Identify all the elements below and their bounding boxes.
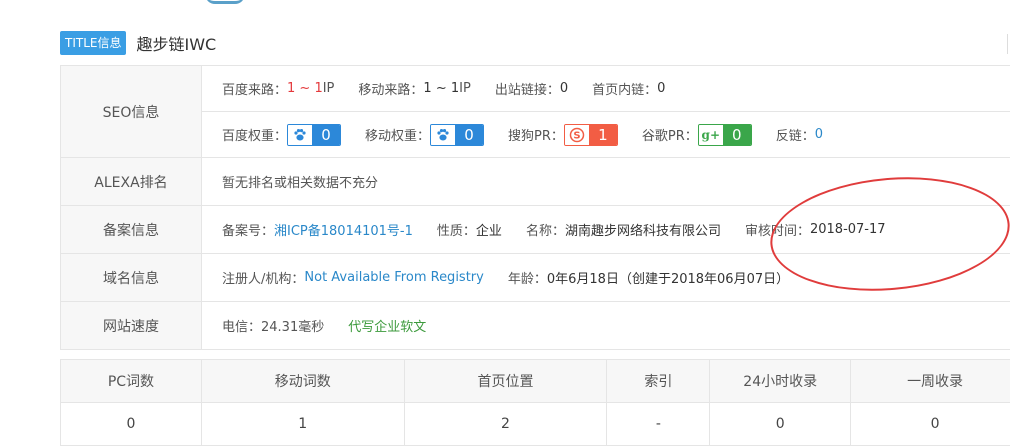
- baidu-weight-value: 0: [312, 124, 341, 145]
- alexa-value: 暂无排名或相关数据不充分: [222, 176, 379, 191]
- keyword-stats-table: PC词数 移动词数 首页位置 索引 24小时收录 一周收录 0 1 2 - 0 …: [60, 359, 1010, 446]
- mobile-weight-badge[interactable]: 0: [430, 123, 485, 146]
- alexa-label: ALEXA排名: [60, 157, 202, 206]
- registrant-link[interactable]: Not Available From Registry: [304, 270, 483, 285]
- page-title: 趣步链IWC: [136, 35, 217, 54]
- baidu-source-unit: IP: [322, 81, 335, 96]
- ad-link[interactable]: 代写企业软文: [348, 316, 426, 335]
- speed-value-cell: 电信：24.31毫秒 代写企业软文: [201, 301, 1010, 350]
- age-label: 年龄：: [507, 272, 547, 287]
- domain-label: 域名信息: [60, 253, 202, 302]
- mobile-weight-label: 移动权重：: [365, 129, 431, 144]
- mobile-weight-value: 0: [455, 124, 484, 145]
- icp-name-label: 名称：: [525, 224, 565, 239]
- seo-row-1: SEO信息 百度来路： 1 ~ 1 IP 移动来路： 1 ~ 1 IP 出站链接…: [60, 65, 1010, 158]
- seo-weights-cell: 百度权重： 0 移动权重： 0 搜狗PR： S 1 谷歌PR： g+ 0 反链：…: [201, 111, 1010, 158]
- mobile-source-label: 移动来路：: [358, 83, 424, 98]
- icp-number-label: 备案号：: [222, 224, 275, 239]
- icp-name-value: 湖南趣步网络科技有限公司: [564, 224, 721, 239]
- outlinks-value: 0: [559, 81, 569, 96]
- icp-review-label: 审核时间：: [744, 224, 810, 239]
- baidu-source-label: 百度来路：: [222, 83, 288, 98]
- google-pr-badge[interactable]: g+ 0: [697, 123, 752, 146]
- title-row: TITLE信息 趣步链IWC: [60, 31, 216, 55]
- baidu-weight-badge[interactable]: 0: [287, 123, 342, 146]
- icp-nature-label: 性质：: [436, 224, 476, 239]
- speed-label: 网站速度: [60, 301, 202, 350]
- paw-icon: [431, 124, 456, 145]
- icp-value-cell: 备案号： 湘ICP备18014101号-1 性质： 企业 名称： 湖南趣步网络科…: [201, 205, 1010, 254]
- cell-homepage-position: 2: [403, 402, 608, 446]
- speed-row: 网站速度 电信：24.31毫秒 代写企业软文: [60, 301, 1010, 350]
- header-mobile-words: 移动词数: [200, 359, 405, 403]
- icp-row: 备案信息 备案号： 湘ICP备18014101号-1 性质： 企业 名称： 湖南…: [60, 205, 1010, 254]
- svg-text:S: S: [573, 130, 580, 141]
- alexa-row: ALEXA排名 暂无排名或相关数据不充分: [60, 157, 1010, 206]
- header-week-indexed: 一周收录: [850, 359, 1010, 403]
- sogou-pr-badge[interactable]: S 1: [563, 123, 618, 146]
- domain-row: 域名信息 注册人/机构： Not Available From Registry…: [60, 253, 1010, 302]
- mobile-source-value: 1 ~ 1: [423, 81, 460, 96]
- homepage-links-value: 0: [657, 81, 666, 96]
- cell-week-indexed: 0: [850, 402, 1010, 446]
- sogou-s-icon: S: [564, 124, 589, 145]
- mobile-source-unit: IP: [459, 81, 471, 96]
- header-24h-indexed: 24小时收录: [709, 359, 852, 403]
- icp-review-value: 2018-07-17: [809, 222, 886, 237]
- table-row: 0 1 2 - 0 0: [60, 402, 1010, 446]
- site-info-table: SEO信息 百度来路： 1 ~ 1 IP 移动来路： 1 ~ 1 IP 出站链接…: [60, 65, 1010, 350]
- registrant-label: 注册人/机构：: [222, 272, 305, 287]
- cell-mobile-words: 1: [200, 402, 405, 446]
- sogou-pr-value: 1: [588, 124, 617, 145]
- backlinks-link[interactable]: 0: [815, 127, 823, 142]
- seo-traffic-cell: 百度来路： 1 ~ 1 IP 移动来路： 1 ~ 1 IP 出站链接： 0 首页…: [201, 65, 1010, 112]
- title-badge: TITLE信息: [60, 31, 127, 55]
- icp-nature-value: 企业: [475, 224, 502, 239]
- header-homepage-position: 首页位置: [403, 359, 608, 403]
- outlinks-label: 出站链接：: [494, 83, 560, 98]
- top-decoration-arc: [205, 0, 245, 4]
- sogou-pr-label: 搜狗PR：: [508, 129, 564, 144]
- paw-icon: [288, 124, 313, 145]
- cell-24h-indexed: 0: [709, 402, 852, 446]
- divider: [1007, 34, 1008, 54]
- header-index: 索引: [606, 359, 711, 403]
- google-pr-label: 谷歌PR：: [641, 129, 698, 144]
- speed-value: 电信：24.31毫秒: [222, 320, 325, 335]
- icp-label: 备案信息: [60, 205, 202, 254]
- google-plus-icon: g+: [698, 124, 723, 145]
- icp-number-link[interactable]: 湘ICP备18014101号-1: [274, 220, 413, 239]
- alexa-value-cell: 暂无排名或相关数据不充分: [201, 157, 1010, 206]
- baidu-weight-label: 百度权重：: [222, 129, 288, 144]
- age-value: 0年6月18日（创建于2018年06月07日）: [546, 272, 790, 287]
- header-pc-words: PC词数: [60, 359, 202, 403]
- table-header-row: PC词数 移动词数 首页位置 索引 24小时收录 一周收录: [60, 359, 1010, 403]
- seo-label: SEO信息: [60, 65, 202, 158]
- google-pr-value: 0: [722, 124, 751, 145]
- domain-value-cell: 注册人/机构： Not Available From Registry 年龄： …: [201, 253, 1010, 302]
- cell-index: -: [606, 402, 711, 446]
- backlinks-label: 反链：: [775, 129, 815, 144]
- seo-row-2: 百度权重： 0 移动权重： 0 搜狗PR： S 1 谷歌PR： g+ 0 反链：…: [61, 111, 1010, 158]
- homepage-links-label: 首页内链：: [592, 83, 658, 98]
- baidu-source-value: 1 ~ 1: [287, 81, 323, 96]
- cell-pc-words: 0: [60, 402, 202, 446]
